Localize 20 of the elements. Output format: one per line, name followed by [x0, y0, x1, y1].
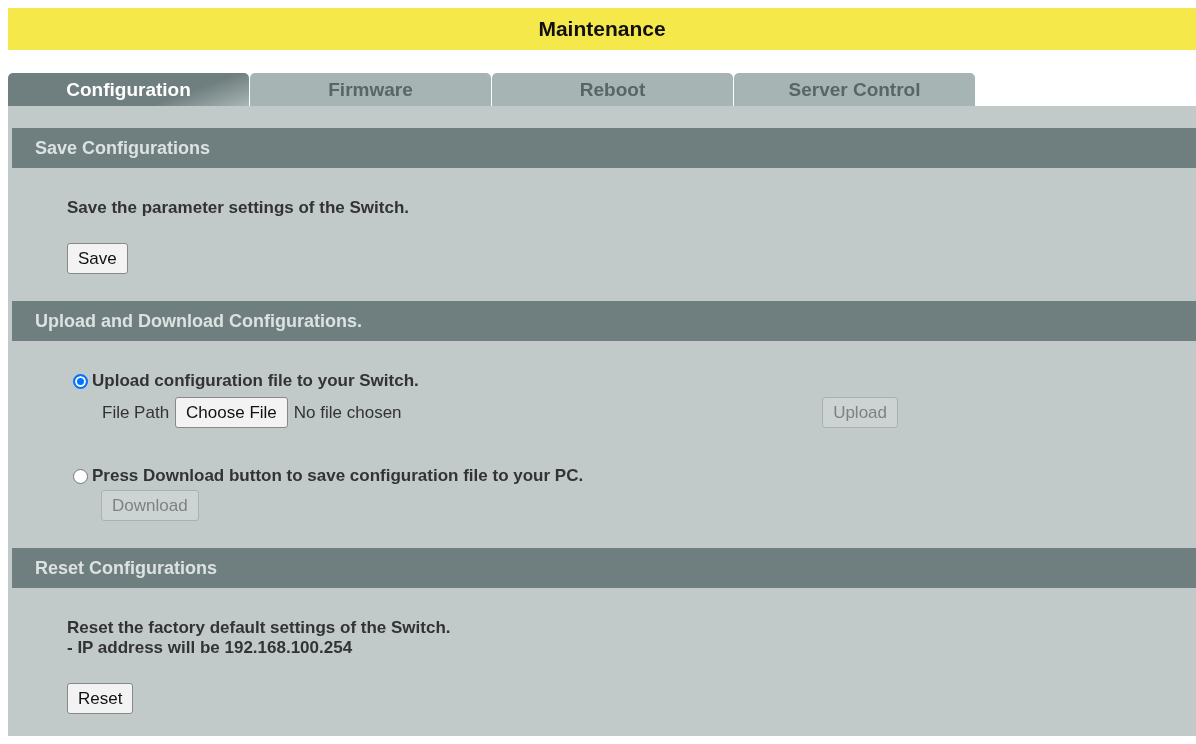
action-button[interactable]: Reset — [67, 683, 134, 714]
page-title: Maintenance — [8, 8, 1196, 50]
section-header: Upload and Download Configurations. — [12, 301, 1196, 341]
section-header: Save Configurations — [12, 128, 1196, 168]
action-button[interactable]: Save — [67, 243, 128, 274]
radio-label: Press Download button to save configuration file to your PC. — [92, 466, 584, 486]
section-header: Reset Configurations — [12, 548, 1196, 588]
radio-button[interactable] — [73, 373, 88, 389]
file-status: No file chosen — [293, 402, 402, 423]
description-text: Reset the factory default settings of the Switch. — [67, 618, 452, 638]
description-text: - IP address will be 192.168.100.254 — [67, 638, 354, 658]
radio-button[interactable] — [73, 468, 88, 484]
tab[interactable]: Reboot — [492, 73, 733, 106]
tab[interactable]: Server Control — [734, 73, 975, 106]
description-text: Save the parameter settings of the Switch. — [67, 198, 410, 218]
tab[interactable]: Configuration — [8, 73, 249, 106]
radio-label: Upload configuration file to your Switch. — [92, 371, 419, 391]
tab[interactable]: Firmware — [250, 73, 491, 106]
choose-file-button[interactable]: Choose File — [175, 397, 288, 428]
field-label: File Path — [102, 402, 170, 423]
